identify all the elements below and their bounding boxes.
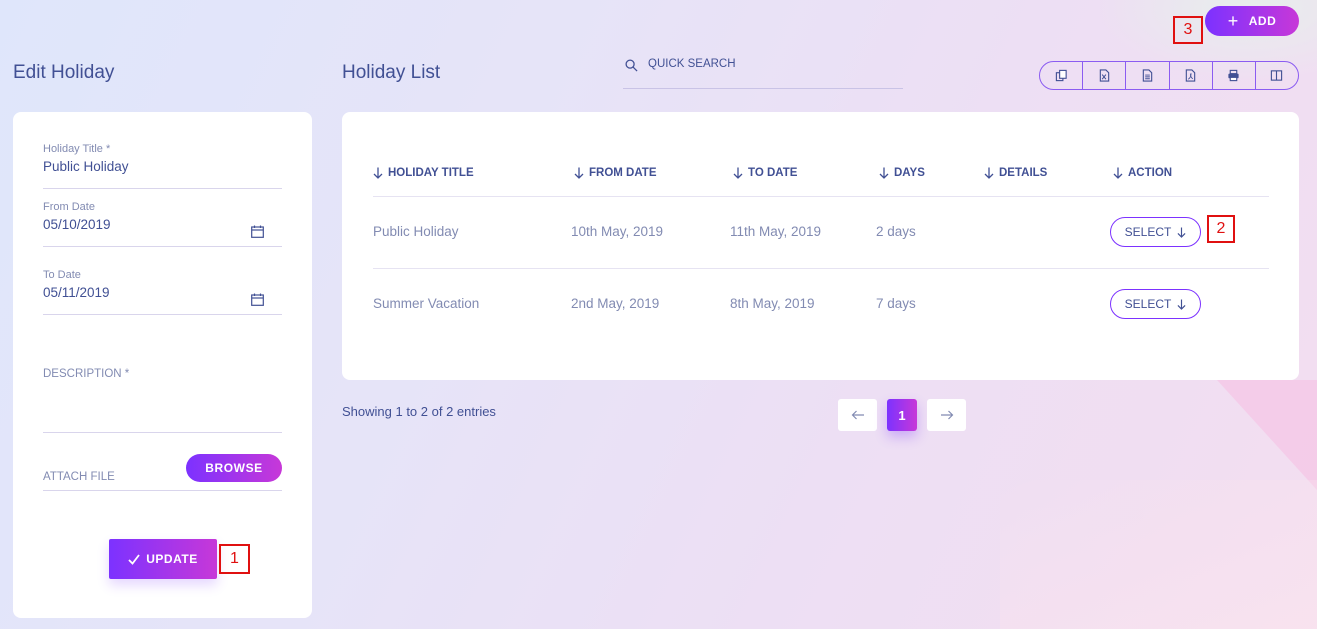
header-divider [373, 196, 1269, 197]
column-header-label: HOLIDAY TITLE [388, 167, 474, 179]
search-icon [625, 59, 638, 72]
column-header-holiday-title[interactable]: HOLIDAY TITLE [373, 167, 474, 179]
columns-icon [1271, 70, 1283, 81]
arrow-down-icon [1177, 299, 1186, 310]
search-input[interactable] [648, 56, 868, 70]
from-date-value: 05/10/2019 [43, 217, 111, 232]
csv-button[interactable] [1126, 62, 1170, 89]
calendar-icon[interactable] [251, 293, 264, 306]
sort-arrow-icon [733, 167, 743, 179]
holiday-list-title: Holiday List [342, 62, 441, 83]
row-divider [373, 268, 1269, 269]
excel-icon [1099, 69, 1109, 82]
column-header-to-date[interactable]: TO DATE [733, 167, 797, 179]
annotation-marker-3: 3 [1173, 16, 1203, 44]
annotation-marker-1: 1 [219, 544, 250, 574]
csv-icon [1142, 69, 1153, 82]
add-holiday-button[interactable]: + ADD [1205, 6, 1299, 36]
column-header-from-date[interactable]: FROM DATE [574, 167, 657, 179]
copy-icon [1055, 69, 1067, 82]
cell-days: 2 days [876, 224, 916, 239]
sort-arrow-icon [879, 167, 889, 179]
plus-icon: + [1227, 11, 1239, 31]
sort-arrow-icon [574, 167, 584, 179]
excel-button[interactable] [1083, 62, 1127, 89]
pdf-button[interactable] [1170, 62, 1213, 89]
arrow-down-icon [1177, 227, 1186, 238]
cell-holiday-title: Public Holiday [373, 224, 459, 239]
calendar-icon[interactable] [251, 225, 264, 238]
update-button[interactable]: UPDATE [109, 539, 217, 579]
to-date-value: 05/11/2019 [43, 285, 110, 300]
sort-arrow-icon [373, 167, 383, 179]
column-header-label: DETAILS [999, 167, 1048, 179]
print-icon [1228, 69, 1239, 82]
holiday-title-value: Public Holiday [43, 159, 129, 174]
column-header-label: TO DATE [748, 167, 798, 179]
export-toolbar [1039, 61, 1299, 90]
column-header-details[interactable]: DETAILS [984, 167, 1047, 179]
edit-holiday-card: Holiday Title * Public Holiday From Date… [13, 112, 312, 618]
holiday-title-field[interactable]: Holiday Title * Public Holiday [43, 143, 282, 189]
copy-button[interactable] [1040, 62, 1084, 89]
column-header-label: ACTION [1128, 167, 1173, 179]
column-header-label: FROM DATE [589, 167, 657, 179]
from-date-field[interactable]: From Date 05/10/2019 [43, 201, 282, 247]
next-page-button[interactable] [927, 399, 966, 431]
column-header-action[interactable]: ACTION [1113, 167, 1172, 179]
arrow-left-icon [851, 410, 864, 420]
holiday-list-card: HOLIDAY TITLE FROM DATE TO DATE DAYS DET… [342, 112, 1299, 380]
cell-to-date: 8th May, 2019 [730, 296, 815, 311]
print-button[interactable] [1213, 62, 1256, 89]
column-visibility-button[interactable] [1256, 62, 1298, 89]
page-button-current[interactable]: 1 [887, 399, 917, 431]
cell-days: 7 days [876, 296, 916, 311]
cell-from-date: 2nd May, 2019 [571, 296, 660, 311]
description-label: DESCRIPTION * [43, 368, 130, 380]
to-date-label: To Date [43, 269, 81, 281]
pdf-icon [1185, 69, 1196, 82]
entries-info: Showing 1 to 2 of 2 entries [342, 404, 496, 419]
description-field[interactable]: DESCRIPTION * [43, 364, 282, 433]
select-action-dropdown[interactable]: SELECT [1110, 289, 1201, 319]
background-decoration [1000, 480, 1317, 629]
attach-file-label: ATTACH FILE [43, 471, 115, 483]
cell-from-date: 10th May, 2019 [571, 224, 664, 239]
arrow-right-icon [940, 410, 953, 420]
check-icon [128, 553, 140, 565]
background-decoration [1217, 380, 1317, 490]
browse-button[interactable]: BROWSE [186, 454, 282, 482]
from-date-label: From Date [43, 201, 95, 213]
sort-arrow-icon [984, 167, 994, 179]
annotation-marker-2: 2 [1207, 215, 1235, 243]
previous-page-button[interactable] [838, 399, 877, 431]
column-header-days[interactable]: DAYS [879, 167, 925, 179]
add-button-label: ADD [1248, 14, 1277, 28]
cell-holiday-title: Summer Vacation [373, 296, 480, 311]
sort-arrow-icon [1113, 167, 1123, 179]
quick-search [623, 56, 903, 89]
select-action-dropdown[interactable]: SELECT [1110, 217, 1201, 247]
select-label: SELECT [1124, 225, 1172, 239]
column-header-label: DAYS [894, 167, 925, 179]
update-button-label: UPDATE [146, 552, 198, 566]
select-label: SELECT [1124, 297, 1172, 311]
cell-to-date: 11th May, 2019 [730, 224, 822, 239]
holiday-title-label: Holiday Title * [43, 143, 111, 155]
edit-holiday-title: Edit Holiday [13, 62, 115, 83]
to-date-field[interactable]: To Date 05/11/2019 [43, 269, 282, 315]
